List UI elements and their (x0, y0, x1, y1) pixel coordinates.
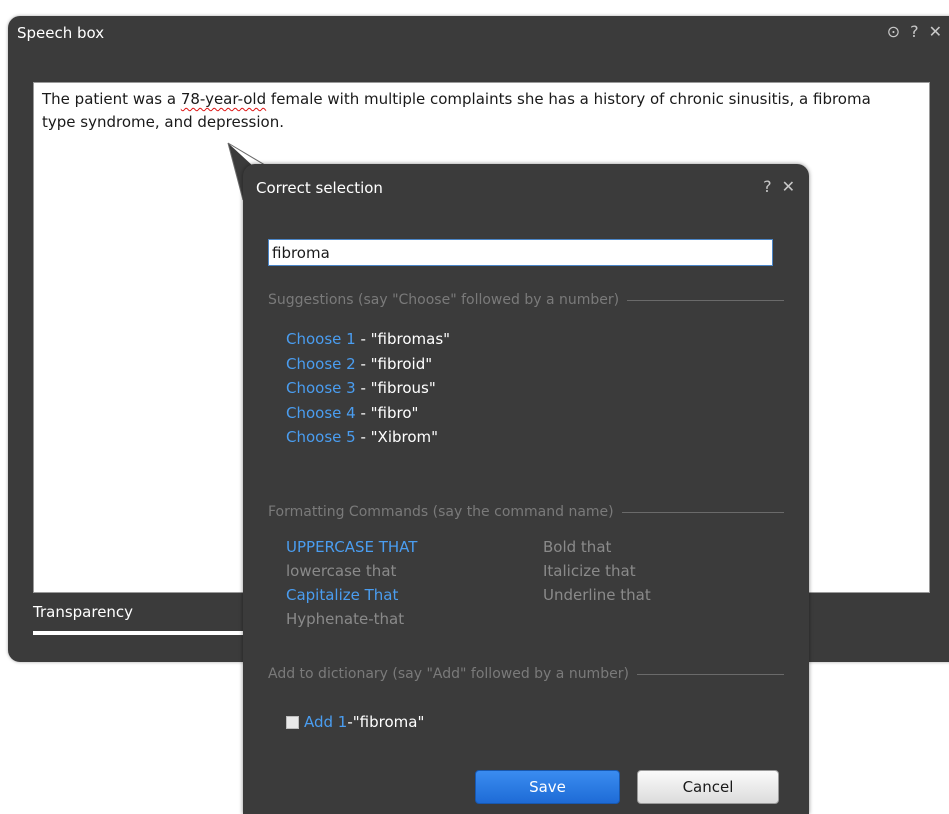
dictionary-header: Add to dictionary (say "Add" followed by… (268, 666, 784, 682)
add-command[interactable]: Add 1 (304, 713, 347, 731)
lowercase-command[interactable]: lowercase that (286, 562, 396, 580)
suggestions-header-label: Suggestions (say "Choose" followed by a … (268, 292, 620, 308)
close-icon[interactable]: ✕ (929, 22, 942, 41)
underline-command[interactable]: Underline that (543, 586, 651, 604)
suggestion-list: Choose 1 - "fibromas" Choose 2 - "fibroi… (286, 330, 450, 453)
suggestion-item[interactable]: Choose 3 - "fibrous" (286, 379, 450, 404)
close-icon[interactable]: ✕ (782, 177, 795, 196)
correct-selection-title-icons: ? ✕ (763, 177, 795, 196)
formatting-commands: UPPERCASE THAT lowercase that Capitalize… (286, 538, 686, 648)
add-to-dictionary-checkbox[interactable] (286, 715, 299, 729)
suggestion-value: "fibromas" (370, 330, 451, 348)
correct-selection-dialog: Correct selection ? ✕ Suggestions (say "… (243, 164, 809, 814)
speech-box-title: Speech box (17, 24, 105, 42)
suggestion-separator: - (355, 379, 371, 397)
hyphenate-command[interactable]: Hyphenate-that (286, 610, 404, 628)
correct-selection-title: Correct selection (256, 179, 383, 197)
suggestion-command[interactable]: Choose 3 (286, 379, 356, 397)
suggestion-item[interactable]: Choose 5 - "Xibrom" (286, 428, 450, 453)
suggestion-command[interactable]: Choose 4 (286, 404, 356, 422)
divider (621, 511, 784, 513)
divider (627, 299, 784, 301)
suggestion-separator: - (355, 428, 371, 446)
suggestion-separator: - (355, 330, 371, 348)
suggestion-separator: - (355, 403, 371, 422)
suggestion-command[interactable]: Choose 1 (286, 330, 356, 348)
help-icon[interactable]: ? (910, 22, 919, 41)
suggestion-command[interactable]: Choose 5 (286, 428, 356, 446)
suggestion-value: "fibroid" (370, 354, 433, 373)
transparency-slider[interactable] (33, 631, 245, 635)
dictated-text-start: The patient was a (42, 90, 181, 108)
suggestion-command[interactable]: Choose 2 (286, 355, 356, 373)
dictated-text[interactable]: The patient was a 78-year-old female wit… (42, 88, 902, 134)
suggestion-item[interactable]: Choose 2 - "fibroid" (286, 355, 450, 380)
speech-box-title-icons: ⊙ ? ✕ (887, 22, 942, 41)
bold-command[interactable]: Bold that (543, 538, 611, 556)
add-to-dictionary-item[interactable]: Add 1 - "fibroma" (286, 713, 424, 731)
suggestion-item[interactable]: Choose 4 - "fibro" (286, 404, 450, 429)
selection-input[interactable] (268, 239, 773, 266)
target-icon[interactable]: ⊙ (887, 22, 900, 41)
dictionary-header-label: Add to dictionary (say "Add" followed by… (268, 666, 629, 682)
suggestion-value: "fibrous" (370, 379, 436, 397)
save-button[interactable]: Save (475, 770, 620, 804)
formatting-header: Formatting Commands (say the command nam… (268, 504, 784, 520)
italicize-command[interactable]: Italicize that (543, 562, 636, 580)
transparency-label: Transparency (33, 603, 134, 621)
suggestions-header: Suggestions (say "Choose" followed by a … (268, 292, 784, 308)
cancel-button[interactable]: Cancel (637, 770, 779, 804)
help-icon[interactable]: ? (763, 177, 772, 196)
uppercase-command[interactable]: UPPERCASE THAT (286, 538, 417, 556)
suggestion-separator: - (355, 354, 371, 373)
divider (636, 673, 784, 675)
suggestion-value: "Xibrom" (370, 428, 439, 446)
suggestion-item[interactable]: Choose 1 - "fibromas" (286, 330, 450, 355)
formatting-header-label: Formatting Commands (say the command nam… (268, 504, 614, 520)
suggestion-value: "fibro" (370, 403, 419, 422)
misspelled-word[interactable]: 78-year-old (181, 90, 266, 108)
add-value: "fibroma" (352, 713, 425, 731)
capitalize-command[interactable]: Capitalize That (286, 586, 398, 604)
